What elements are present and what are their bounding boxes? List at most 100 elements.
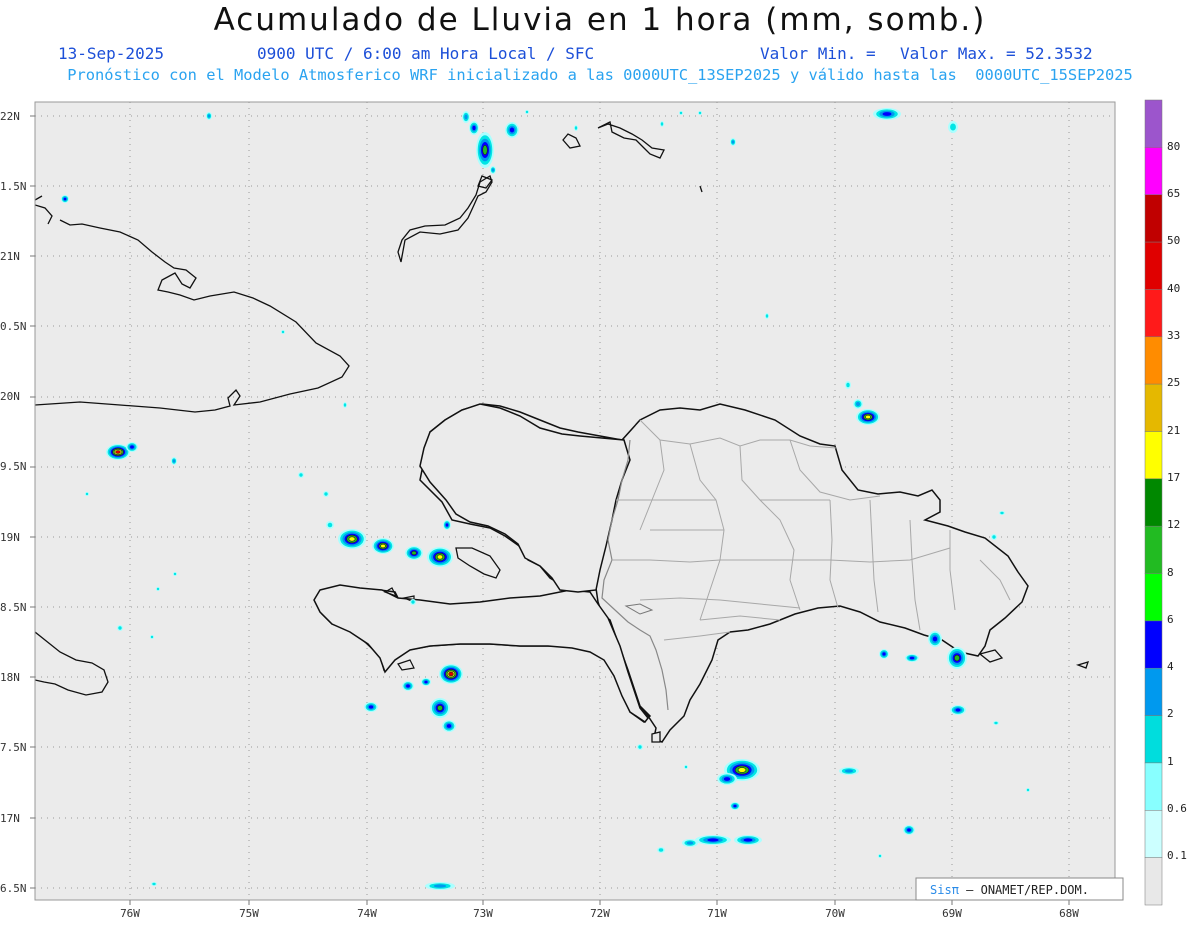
lon-label: 68W — [1059, 907, 1079, 920]
lat-label: 6.5N — [0, 882, 27, 895]
rain-cell — [1000, 511, 1004, 515]
rain-cell — [525, 110, 529, 114]
colorbar-swatch — [1144, 715, 1163, 764]
rain-cell — [324, 492, 328, 496]
rain-cell — [343, 403, 347, 407]
lat-label: 0.5N — [0, 320, 27, 333]
rain-cell — [509, 127, 515, 133]
lat-label: 20N — [0, 390, 20, 403]
rain-cell — [723, 777, 731, 781]
lat-label: 1.5N — [0, 180, 27, 193]
rain-cell — [992, 535, 996, 539]
rain-cell — [411, 600, 415, 604]
lat-label: 18N — [0, 671, 20, 684]
colorbar-swatch — [1144, 857, 1163, 906]
rain-cell — [424, 680, 428, 684]
colorbar-swatch — [1144, 525, 1163, 574]
rain-cell — [950, 123, 956, 131]
rain-cell — [63, 197, 67, 201]
rain-cell — [130, 445, 134, 449]
lon-label: 71W — [707, 907, 727, 920]
rain-cell — [865, 414, 871, 420]
legend-level-label: 40 — [1167, 282, 1180, 295]
colorbar-swatch — [1144, 289, 1163, 338]
legend-level-label: 0.1 — [1167, 849, 1187, 862]
map-figure: 22N 1.5N 21N 0.5N 20N 9.5N 19N 8.5N 18N … — [0, 99, 1187, 920]
rain-cell — [118, 626, 122, 630]
legend-level-label: 80 — [1167, 140, 1180, 153]
rain-cell — [327, 522, 333, 528]
rain-cell — [411, 550, 417, 556]
rain-cell — [994, 721, 998, 725]
rain-cell — [707, 838, 719, 842]
rain-cell — [731, 140, 735, 144]
legend-level-label: 8 — [1167, 566, 1174, 579]
colorbar-swatch — [1144, 762, 1163, 811]
lat-label: 17N — [0, 812, 20, 825]
rain-cell — [882, 112, 892, 116]
legend-level-label: 50 — [1167, 234, 1180, 247]
legend-level-label: 21 — [1167, 424, 1180, 437]
colorbar-swatch — [1144, 810, 1163, 858]
rain-cell — [491, 168, 495, 172]
rain-cell — [281, 330, 285, 334]
lon-labels: 76W 75W 74W 73W 72W 71W 70W 69W 68W — [120, 907, 1079, 920]
lat-label: 9.5N — [0, 460, 27, 473]
lat-label: 22N — [0, 110, 20, 123]
lon-label: 75W — [239, 907, 259, 920]
rain-cell — [955, 708, 961, 712]
colorbar-labels: 80 65 50 40 33 25 21 17 12 8 6 4 2 1 0.6… — [1167, 140, 1187, 862]
rain-cell — [686, 841, 694, 845]
rain-cell — [844, 769, 854, 773]
rain-cell — [448, 671, 454, 677]
legend-level-label: 6 — [1167, 613, 1174, 626]
rain-cell — [638, 745, 642, 749]
legend-level-label: 12 — [1167, 518, 1180, 531]
rain-cell — [172, 459, 176, 463]
rain-cell — [733, 804, 737, 808]
rain-cell — [115, 450, 121, 454]
credit-pi: π — [952, 883, 959, 897]
rain-cell — [737, 767, 747, 773]
colorbar-swatch — [1144, 383, 1163, 432]
colorbar-swatch — [1144, 194, 1163, 243]
legend-level-label: 0.6 — [1167, 802, 1187, 815]
rain-cell — [348, 536, 356, 542]
rain-cell — [152, 882, 156, 886]
lon-label: 72W — [590, 907, 610, 920]
colorbar-swatch — [1144, 667, 1163, 716]
rain-cell — [954, 654, 960, 662]
rain-cell — [882, 652, 886, 656]
legend-level-label: 33 — [1167, 329, 1180, 342]
lat-label: 7.5N — [0, 741, 27, 754]
rain-cell — [150, 635, 154, 639]
legend-level-label: 65 — [1167, 187, 1180, 200]
rain-cell — [684, 765, 688, 769]
rain-cell — [1026, 788, 1030, 792]
rain-cell — [437, 705, 443, 711]
rain-cell — [658, 848, 664, 852]
rain-cell — [855, 401, 861, 407]
rain-cell — [85, 492, 89, 496]
rain-cell — [368, 705, 374, 709]
rain-cell — [878, 854, 882, 858]
rain-cell — [907, 828, 911, 832]
rain-cell — [445, 523, 449, 527]
colorbar-swatch — [1144, 99, 1163, 148]
legend-level-label: 25 — [1167, 376, 1180, 389]
lon-label: 70W — [825, 907, 845, 920]
rain-cell — [173, 572, 177, 576]
rain-cell — [433, 884, 447, 888]
rain-cell — [380, 543, 386, 549]
colorbar — [1144, 99, 1163, 906]
rain-cell — [299, 473, 303, 477]
rain-cell — [482, 145, 488, 156]
lon-label: 73W — [473, 907, 493, 920]
lon-label: 76W — [120, 907, 140, 920]
lat-label: 21N — [0, 250, 20, 263]
colorbar-swatch — [1144, 336, 1163, 385]
lon-label: 74W — [357, 907, 377, 920]
rain-cell — [472, 125, 476, 131]
rain-cell — [846, 382, 850, 388]
rain-cell — [932, 636, 938, 642]
